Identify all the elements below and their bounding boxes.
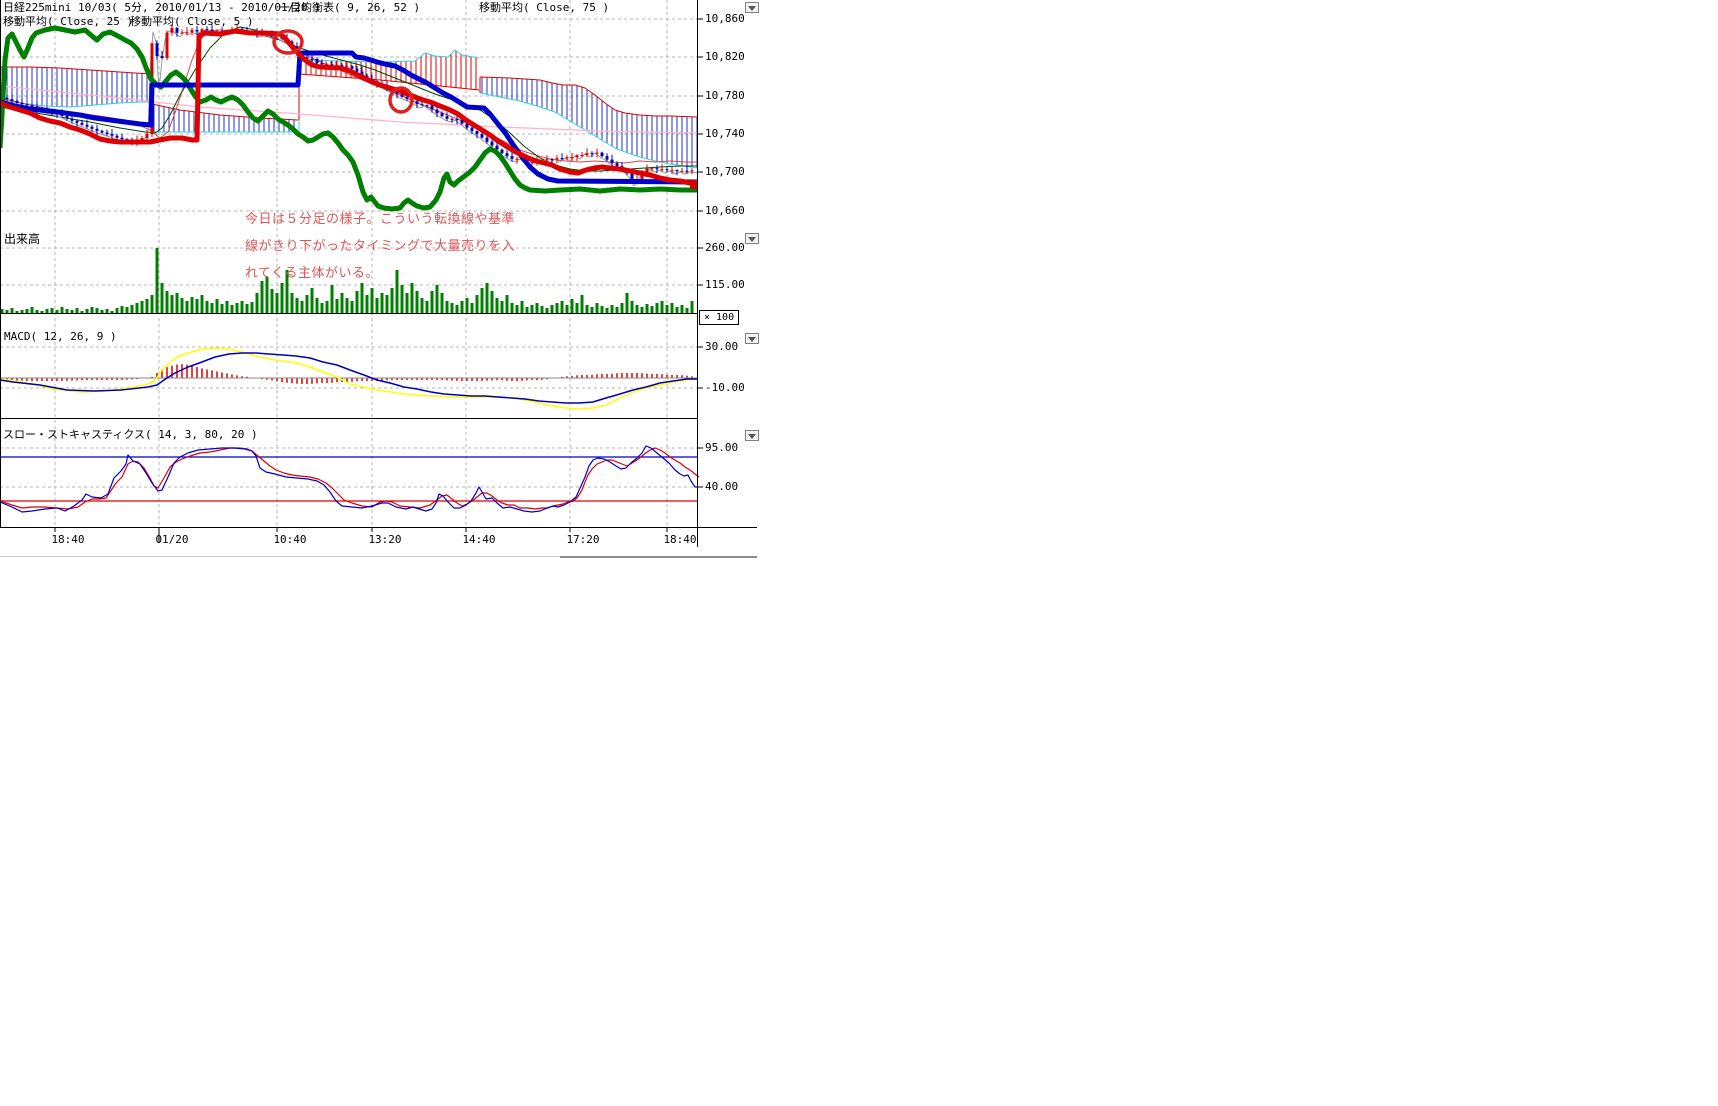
- y-axis-label: 10,860: [705, 13, 745, 25]
- x-axis-label: 13:20: [363, 534, 407, 546]
- stoch-scale-menu-button[interactable]: [745, 430, 759, 441]
- indicator-ma75-label: 移動平均( Close, 75 ): [479, 1, 609, 14]
- y-axis-label: 10,740: [705, 128, 745, 140]
- stochastics-panel-label: スロー・ストキャスティクス( 14, 3, 80, 20 ): [3, 429, 258, 441]
- y-axis-label: 10,780: [705, 90, 745, 102]
- indicator-ma5-label: 移動平均( Close, 5 ): [130, 15, 253, 28]
- x-axis-label: 17:20: [561, 534, 605, 546]
- chevron-down-icon: [748, 434, 756, 439]
- macd-panel-label: MACD( 12, 26, 9 ): [4, 331, 117, 343]
- chevron-down-icon: [748, 237, 756, 242]
- y-axis-label: 10,700: [705, 166, 745, 178]
- price-scale-menu-button[interactable]: [745, 2, 759, 13]
- stochastics-indicator: [0, 446, 699, 512]
- chart-widget: 日経225mini 10/03( 5分, 2010/01/13 - 2010/0…: [0, 0, 770, 580]
- y-axis-label: 115.00: [705, 279, 745, 291]
- indicator-ichimoku-label: 一目均衡表( 9, 26, 52 ): [279, 1, 420, 14]
- volume-multiplier-badge: × 100: [699, 310, 739, 325]
- indicator-ma25-label: 移動平均( Close, 25 ): [3, 15, 133, 28]
- x-axis-label: 01/20: [150, 534, 194, 546]
- x-axis-label: 18:40: [46, 534, 90, 546]
- annotation-line-2: 線がきり下がったタイミングで大量売りを入: [245, 235, 515, 254]
- chevron-down-icon: [748, 337, 756, 342]
- macd-scale-menu-button[interactable]: [745, 333, 759, 344]
- y-axis-label: 40.00: [705, 481, 738, 493]
- x-axis-label: 14:40: [457, 534, 501, 546]
- current-price-marker: [690, 180, 698, 189]
- chart-title: 日経225mini 10/03( 5分, 2010/01/13 - 2010/0…: [3, 1, 321, 14]
- x-axis-label: 10:40: [268, 534, 312, 546]
- scrollbar-track[interactable]: [0, 556, 560, 557]
- volume-panel-label: 出来高: [4, 230, 40, 247]
- annotation-line-1: 今日は５分足の様子。こういう転換線や基準: [245, 208, 515, 227]
- y-axis-label: 30.00: [705, 341, 738, 353]
- y-axis-label: 260.00: [705, 242, 745, 254]
- app-window: 日経225mini 10/03( 5分, 2010/01/13 - 2010/0…: [0, 0, 1718, 1106]
- ichimoku-cloud: [0, 50, 697, 168]
- y-axis-label: -10.00: [705, 382, 745, 394]
- y-axis-label: 10,660: [705, 205, 745, 217]
- macd-indicator: [0, 348, 697, 409]
- annotation-line-3: れてくる主体がいる。: [245, 262, 379, 281]
- y-axis-label: 95.00: [705, 442, 738, 454]
- chart-canvas[interactable]: [0, 0, 770, 580]
- y-axis-label: 10,820: [705, 51, 745, 63]
- scrollbar-edge[interactable]: [560, 556, 757, 558]
- volume-scale-menu-button[interactable]: [745, 233, 759, 244]
- x-axis-label: 18:40: [658, 534, 702, 546]
- chevron-down-icon: [748, 6, 756, 11]
